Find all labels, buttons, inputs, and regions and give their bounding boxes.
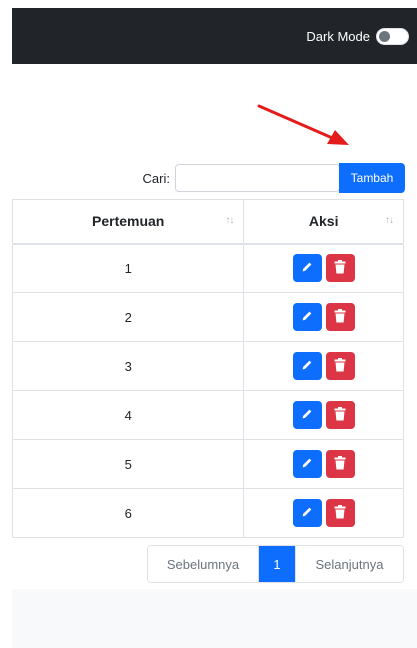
cell-pertemuan: 6 (11, 488, 245, 538)
cell-pertemuan: 5 (11, 439, 245, 489)
cell-pertemuan: 4 (11, 390, 245, 440)
footer-area (12, 589, 417, 648)
cell-aksi (243, 488, 404, 538)
search-row: Cari: Tambah (12, 163, 405, 193)
pertemuan-value: 2 (124, 309, 132, 325)
dark-mode-label: Dark Mode (306, 28, 370, 44)
sort-arrows-icon: ↑↓ (225, 215, 234, 226)
row-actions (244, 401, 403, 429)
delete-button[interactable] (325, 303, 355, 331)
pertemuan-value: 3 (124, 358, 132, 374)
table-row: 2 (11, 292, 404, 342)
pertemuan-value: 5 (124, 456, 132, 472)
delete-button[interactable] (325, 254, 355, 283)
dark-mode-toggle[interactable] (376, 27, 409, 45)
row-actions (244, 450, 403, 478)
pagination-next[interactable]: Selanjutnya (295, 546, 403, 582)
edit-button[interactable] (292, 450, 322, 478)
red-annotation-arrow (257, 104, 349, 145)
table-row: 3 (11, 341, 404, 391)
table-row: 4 (11, 390, 404, 440)
pertemuan-value: 4 (124, 407, 132, 423)
table-row: 1 (11, 243, 404, 293)
search-input[interactable] (175, 164, 340, 192)
edit-button[interactable] (292, 254, 322, 283)
trash-icon (334, 455, 346, 473)
cell-aksi (243, 439, 404, 489)
edit-button[interactable] (292, 401, 322, 429)
row-actions (244, 254, 403, 283)
trash-icon (334, 406, 346, 424)
row-actions (244, 352, 403, 380)
delete-button[interactable] (325, 352, 355, 380)
pencil-icon (300, 456, 314, 473)
delete-button[interactable] (325, 401, 355, 429)
cell-pertemuan: 3 (11, 341, 245, 391)
trash-icon (334, 504, 346, 522)
pagination: Sebelumnya 1 Selanjutnya (147, 545, 404, 583)
pencil-icon (300, 358, 314, 375)
cell-aksi (243, 243, 404, 293)
row-actions (244, 303, 403, 331)
add-button[interactable]: Tambah (339, 163, 405, 193)
pencil-icon (300, 505, 314, 522)
trash-icon (334, 357, 346, 375)
edit-button[interactable] (292, 303, 322, 331)
edit-button[interactable] (292, 352, 322, 380)
table-row: 5 (11, 439, 404, 489)
sort-arrows-icon: ↑↓ (385, 215, 394, 226)
search-label: Cari: (142, 170, 170, 186)
pertemuan-value: 1 (124, 260, 132, 276)
data-table: Pertemuan ↑↓ Aksi ↑↓ 1 2 3 4 5 6 (11, 199, 404, 538)
trash-icon (334, 308, 346, 326)
cell-pertemuan: 2 (11, 292, 245, 342)
pencil-icon (300, 407, 314, 424)
table-header-row: Pertemuan ↑↓ Aksi ↑↓ (11, 199, 404, 245)
cell-aksi (243, 390, 404, 440)
delete-button[interactable] (325, 450, 355, 478)
trash-icon (334, 259, 346, 277)
pencil-icon (300, 309, 314, 326)
pencil-icon (300, 260, 314, 277)
column-header-label: Pertemuan (92, 213, 165, 230)
column-header-aksi[interactable]: Aksi ↑↓ (243, 199, 404, 245)
toggle-knob (379, 30, 390, 42)
edit-button[interactable] (292, 499, 322, 527)
column-header-pertemuan[interactable]: Pertemuan ↑↓ (11, 199, 245, 245)
pertemuan-value: 6 (124, 505, 132, 521)
delete-button[interactable] (325, 499, 355, 527)
row-actions (244, 499, 403, 527)
column-header-label: Aksi (308, 213, 339, 230)
cell-pertemuan: 1 (11, 243, 245, 293)
cell-aksi (243, 292, 404, 342)
pagination-page-current[interactable]: 1 (259, 546, 295, 582)
top-navbar: Dark Mode (12, 8, 417, 64)
table-row: 6 (11, 488, 404, 538)
cell-aksi (243, 341, 404, 391)
pagination-prev[interactable]: Sebelumnya (148, 546, 259, 582)
